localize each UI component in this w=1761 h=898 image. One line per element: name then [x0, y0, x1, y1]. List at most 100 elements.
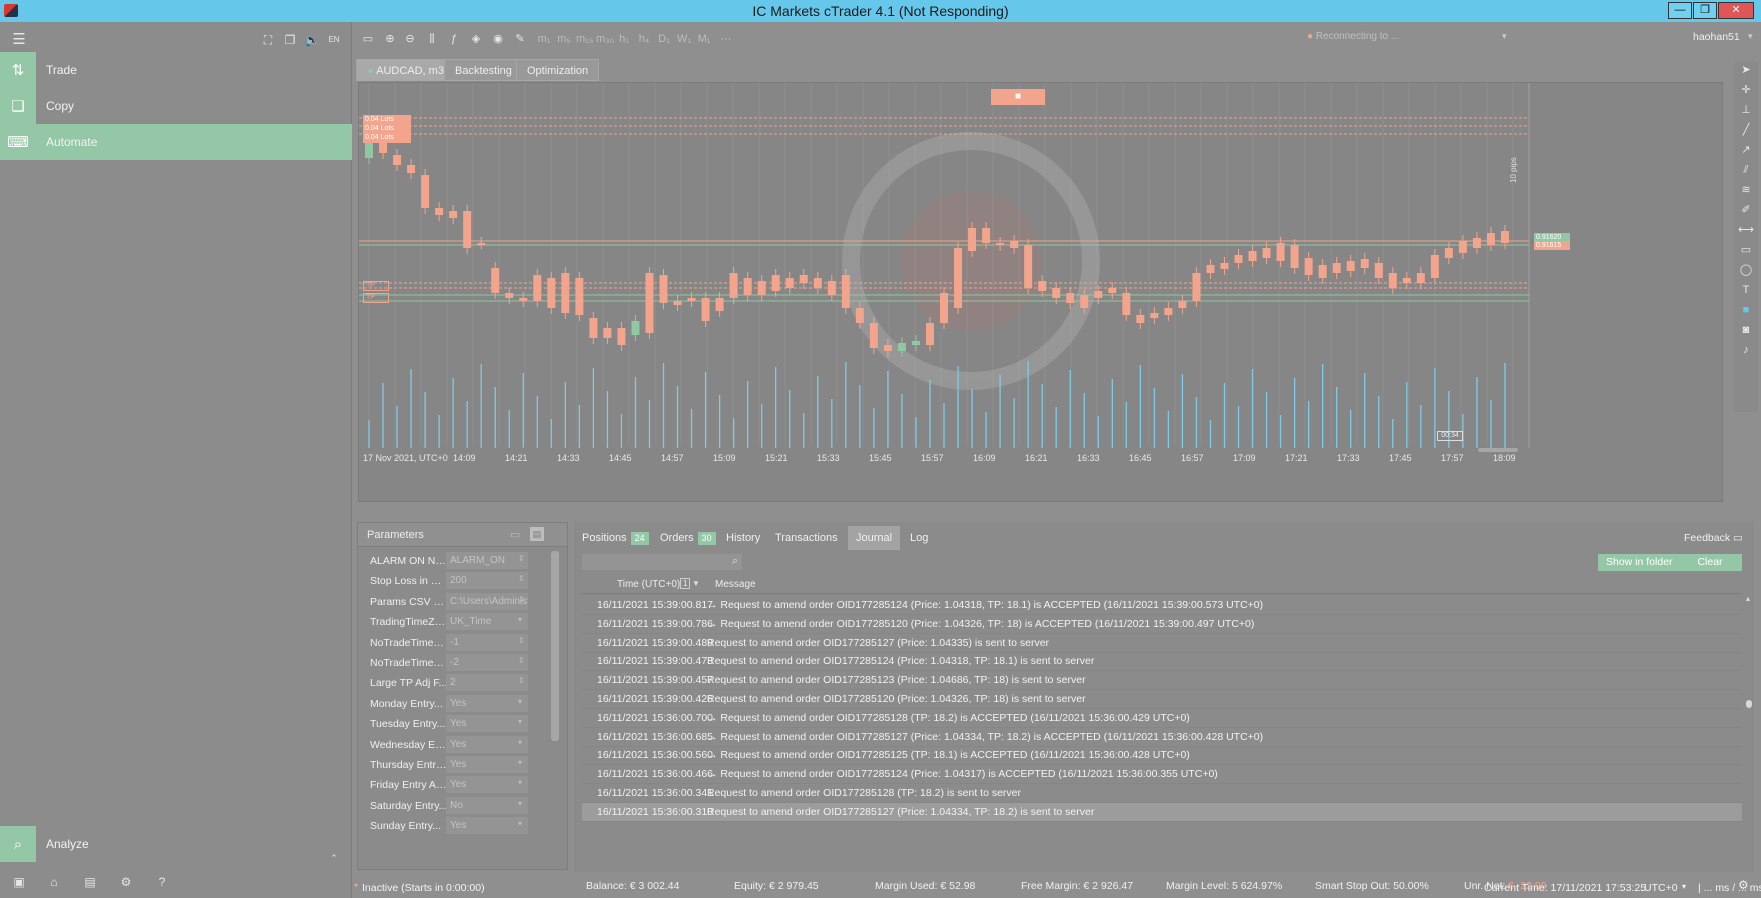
- tab-journal[interactable]: Journal: [848, 526, 901, 550]
- feedback-link[interactable]: Feedback ▭: [1684, 532, 1743, 544]
- journal-row[interactable]: 16/11/2021 15:36:00.341 Request to amend …: [582, 784, 1742, 803]
- chart-scrollbar[interactable]: [1478, 448, 1518, 452]
- sidebar-item-analyze[interactable]: ⌕ Analyze: [0, 826, 352, 862]
- journal-scrollbar[interactable]: [1746, 700, 1752, 708]
- dropdown-arrow-icon[interactable]: ▾: [518, 778, 522, 787]
- timeframe-icon[interactable]: h₄: [636, 31, 652, 47]
- tp-tag[interactable]: TP: [363, 293, 389, 303]
- timeframe-icon[interactable]: m₃₀: [596, 31, 614, 47]
- parameters-scrollbar[interactable]: [551, 551, 559, 741]
- parameter-value-field[interactable]: 2: [446, 674, 528, 692]
- parameter-value-field[interactable]: Yes: [446, 817, 528, 835]
- color-icon[interactable]: ■: [1738, 302, 1754, 318]
- timeframe-icon[interactable]: m₅: [556, 31, 572, 47]
- settings-icon[interactable]: ⚙: [118, 874, 134, 890]
- username[interactable]: haohan51: [1693, 31, 1740, 43]
- parameter-value-field[interactable]: Yes: [446, 756, 528, 773]
- sidebar-item-trade[interactable]: ⇅ Trade: [0, 52, 352, 88]
- journal-row[interactable]: 16/11/2021 15:39:00.426 Request to amend …: [582, 690, 1742, 709]
- parameter-value-field[interactable]: Yes: [446, 715, 528, 733]
- dropdown-arrow-icon[interactable]: ▾: [518, 738, 522, 747]
- cursor-icon[interactable]: ➤: [1738, 62, 1754, 78]
- parameter-value-field[interactable]: -1: [446, 633, 528, 651]
- sidebar-item-automate[interactable]: ⌨ Automate: [0, 124, 352, 160]
- stepper-icon[interactable]: ⇕: [518, 676, 525, 685]
- journal-row[interactable]: 16/11/2021 15:39:00.457 Request to amend …: [582, 671, 1742, 691]
- dropdown-arrow-icon[interactable]: ▾: [518, 819, 522, 828]
- parameter-value-field[interactable]: C:\Users\Administr: [446, 592, 528, 610]
- language-icon[interactable]: EN: [326, 32, 342, 48]
- tab-log[interactable]: Log: [902, 526, 936, 550]
- ray-icon[interactable]: ↗: [1738, 142, 1754, 158]
- parameter-value-field[interactable]: ALARM_ON: [446, 552, 528, 569]
- journal-row[interactable]: 16/11/2021 15:39:00.786 → Request to amen…: [582, 615, 1742, 634]
- channel-icon[interactable]: ⫽: [1738, 162, 1754, 178]
- bank-icon[interactable]: ⌂: [46, 874, 62, 890]
- stop-button[interactable]: ■: [991, 89, 1045, 105]
- more-icon[interactable]: ⋯: [718, 31, 734, 47]
- show-in-folder-button[interactable]: Show in folder: [1598, 554, 1681, 571]
- load-params-icon[interactable]: ▤: [530, 527, 544, 541]
- crosshair-icon[interactable]: ✛: [1738, 82, 1754, 98]
- trend-line-icon[interactable]: ╱: [1738, 122, 1754, 138]
- zoom-out-icon[interactable]: ⊖: [402, 31, 418, 47]
- message-column-header[interactable]: Message: [715, 579, 756, 590]
- chart-layout-icon[interactable]: ▭: [360, 31, 376, 47]
- tab-orders[interactable]: Orders 30: [652, 526, 724, 550]
- tab-audcad-m3[interactable]: ● AUDCAD, m3: [356, 59, 455, 81]
- parameter-value-field[interactable]: Yes: [446, 735, 528, 753]
- journal-row[interactable]: 16/11/2021 15:36:00.560 → Request to amen…: [582, 746, 1742, 766]
- parameter-value-field[interactable]: -2: [446, 654, 528, 671]
- hamburger-menu-icon[interactable]: ☰: [11, 32, 27, 48]
- alert-bell-icon[interactable]: ♪: [1738, 342, 1754, 358]
- timeframe-icon[interactable]: D₁: [656, 31, 672, 47]
- dropdown-arrow-icon[interactable]: ▾: [518, 717, 522, 726]
- journal-search-input[interactable]: ⌕: [582, 554, 742, 570]
- tab-optimization[interactable]: Optimization: [516, 59, 600, 81]
- scroll-up-icon[interactable]: ▴: [1746, 594, 1752, 604]
- layers-icon[interactable]: ◈: [468, 31, 484, 47]
- stepper-icon[interactable]: ⇕: [518, 554, 525, 563]
- journal-row[interactable]: 16/11/2021 15:39:00.489 Request to amend …: [582, 634, 1742, 653]
- parameter-value-field[interactable]: UK_Time: [446, 613, 528, 631]
- edit-icon[interactable]: ✎: [512, 31, 528, 47]
- price-chart[interactable]: 17 Nov 2021, UTC+0 14:09 14:21 14:33 14:45 14…: [358, 82, 1723, 502]
- sidebar-item-copy[interactable]: ❏ Copy: [0, 88, 352, 124]
- minimize-button[interactable]: —: [1668, 2, 1692, 19]
- parameter-value-field[interactable]: Yes: [446, 694, 528, 712]
- tab-positions[interactable]: Positions 24: [574, 526, 657, 550]
- user-dropdown-icon[interactable]: ▾: [1748, 31, 1753, 42]
- journal-row[interactable]: 16/11/2021 15:36:00.466 → Request to amen…: [582, 765, 1742, 785]
- camera-icon[interactable]: ◙: [1738, 322, 1754, 338]
- dropdown-arrow-icon[interactable]: ▾: [518, 615, 522, 624]
- briefcase-icon[interactable]: ▣: [11, 874, 27, 890]
- order-tag[interactable]: 0.04 Lots: [363, 133, 411, 143]
- time-column-header[interactable]: Time (UTC+0): [617, 579, 680, 590]
- journal-row[interactable]: 16/11/2021 15:39:00.473 Request to amend …: [582, 652, 1742, 672]
- timeframe-icon[interactable]: W₁: [676, 31, 692, 47]
- sound-icon[interactable]: 🔈: [304, 32, 320, 48]
- tab-history[interactable]: History: [718, 526, 768, 550]
- ruler-icon[interactable]: ⟷: [1738, 222, 1754, 238]
- tab-backtesting[interactable]: Backtesting: [444, 59, 523, 81]
- parameter-value-field[interactable]: 200: [446, 572, 528, 590]
- parameter-value-field[interactable]: Yes: [446, 776, 528, 794]
- close-button[interactable]: ✕: [1718, 2, 1754, 19]
- timezone-dropdown-icon[interactable]: ▾: [1682, 882, 1686, 891]
- pen-icon[interactable]: ✐: [1738, 202, 1754, 218]
- journal-row[interactable]: 16/11/2021 15:36:00.700 → Request to amen…: [582, 709, 1742, 728]
- stepper-icon[interactable]: ⇕: [518, 636, 525, 645]
- timeframe-icon[interactable]: h₁: [616, 31, 632, 47]
- fibonacci-icon[interactable]: ≋: [1738, 182, 1754, 198]
- indicator-icon[interactable]: ƒ: [446, 31, 462, 47]
- clear-button[interactable]: Clear: [1678, 554, 1742, 571]
- dropdown-arrow-icon[interactable]: ▾: [518, 697, 522, 706]
- comment-icon[interactable]: ▭: [1738, 242, 1754, 258]
- shape-icon[interactable]: ◯: [1738, 262, 1754, 278]
- timezone-selector[interactable]: UTC+0: [1644, 882, 1678, 894]
- wallet-icon[interactable]: ▤: [82, 874, 98, 890]
- window-icon[interactable]: ❐: [282, 32, 298, 48]
- collapse-up-icon[interactable]: ⌃: [326, 850, 342, 866]
- tab-transactions[interactable]: Transactions: [767, 526, 846, 550]
- eye-icon[interactable]: ◉: [490, 31, 506, 47]
